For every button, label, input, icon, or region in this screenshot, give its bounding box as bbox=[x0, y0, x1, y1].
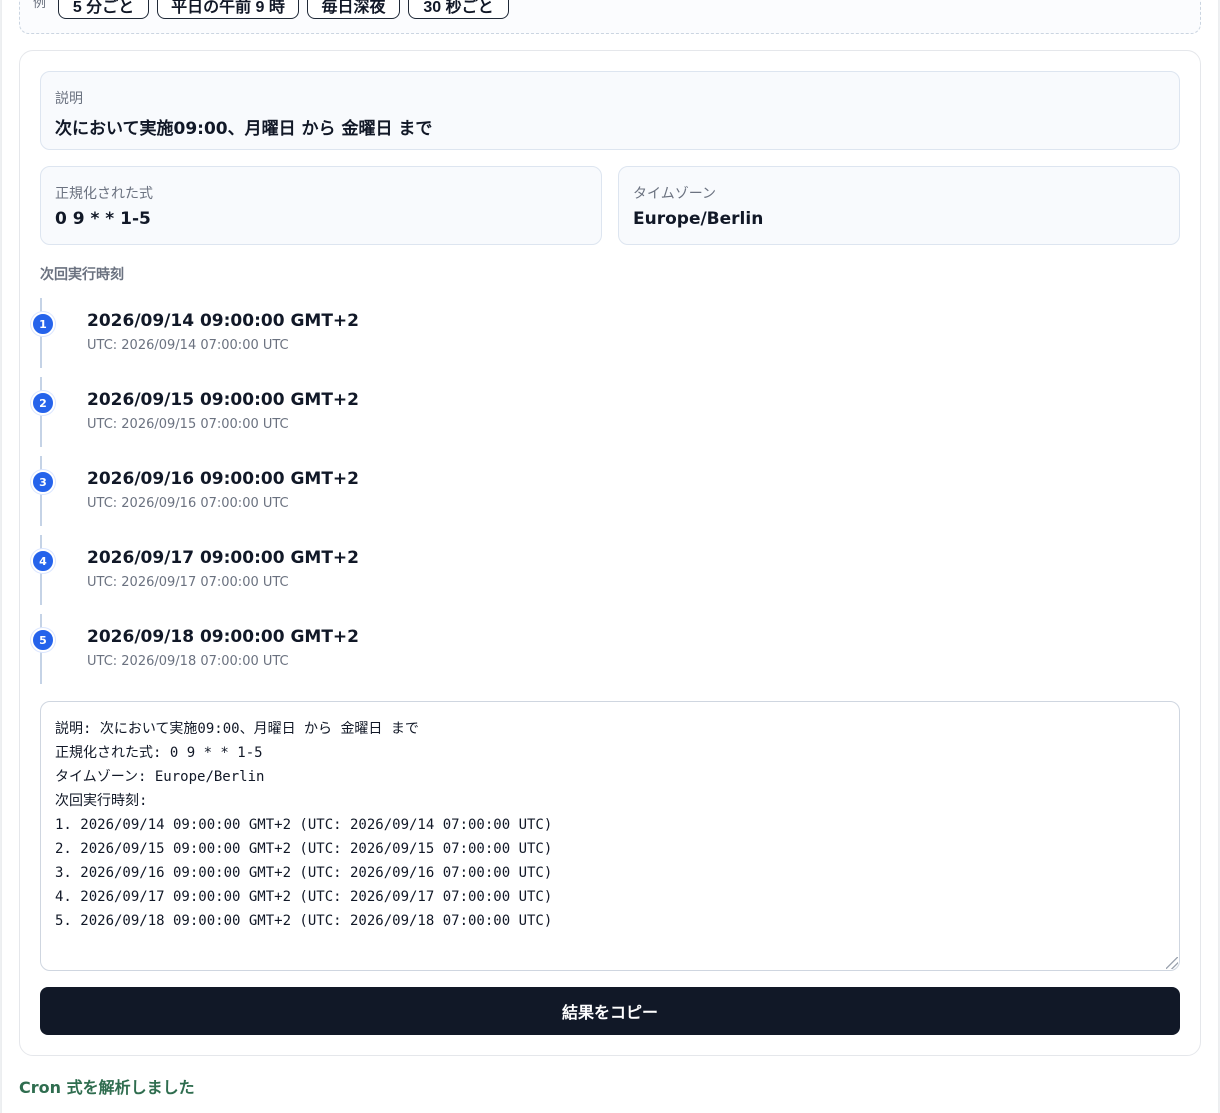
result-output-textarea[interactable]: 説明: 次において実施09:00、月曜日 から 金曜日 まで 正規化された式: … bbox=[40, 701, 1180, 971]
run-local-time: 2026/09/16 09:00:00 GMT+2 bbox=[87, 469, 359, 489]
description-value: 次において実施09:00、月曜日 から 金曜日 まで bbox=[55, 119, 433, 139]
run-utc-time: UTC: 2026/09/14 07:00:00 UTC bbox=[87, 338, 289, 353]
run-item: 4 2026/09/17 09:00:00 GMT+2 UTC: 2026/09… bbox=[30, 535, 1130, 614]
run-index-badge: 3 bbox=[31, 470, 55, 494]
run-local-time: 2026/09/14 09:00:00 GMT+2 bbox=[87, 311, 359, 331]
timezone-box: タイムゾーン Europe/Berlin bbox=[618, 166, 1180, 245]
preset-chip-daily-midnight[interactable]: 毎日深夜 bbox=[307, 0, 400, 19]
preset-chip-every-5-min[interactable]: 5 分ごと bbox=[58, 0, 149, 19]
preset-chip-every-30-sec[interactable]: 30 秒ごと bbox=[408, 0, 509, 19]
run-utc-time: UTC: 2026/09/16 07:00:00 UTC bbox=[87, 496, 289, 511]
run-local-time: 2026/09/18 09:00:00 GMT+2 bbox=[87, 627, 359, 647]
preset-label: 例 bbox=[33, 0, 47, 11]
description-label: 説明 bbox=[55, 91, 83, 107]
timezone-value: Europe/Berlin bbox=[633, 209, 764, 229]
normalized-expression-value: 0 9 * * 1-5 bbox=[55, 209, 151, 229]
run-local-time: 2026/09/15 09:00:00 GMT+2 bbox=[87, 390, 359, 410]
run-local-time: 2026/09/17 09:00:00 GMT+2 bbox=[87, 548, 359, 568]
preset-chip-weekday-9am[interactable]: 平日の午前 9 時 bbox=[157, 0, 299, 19]
normalized-expression-box: 正規化された式 0 9 * * 1-5 bbox=[40, 166, 602, 245]
next-runs-timeline: 1 2026/09/14 09:00:00 GMT+2 UTC: 2026/09… bbox=[30, 298, 1130, 693]
next-runs-title: 次回実行時刻 bbox=[40, 267, 124, 283]
run-utc-time: UTC: 2026/09/18 07:00:00 UTC bbox=[87, 654, 289, 669]
timezone-label: タイムゾーン bbox=[633, 186, 717, 202]
description-box: 説明 次において実施09:00、月曜日 から 金曜日 まで bbox=[40, 71, 1180, 150]
normalized-expression-label: 正規化された式 bbox=[55, 186, 153, 202]
textarea-resize-handle[interactable] bbox=[1166, 957, 1178, 969]
run-index-badge: 4 bbox=[31, 549, 55, 573]
run-item: 5 2026/09/18 09:00:00 GMT+2 UTC: 2026/09… bbox=[30, 614, 1130, 693]
run-index-badge: 2 bbox=[31, 391, 55, 415]
run-item: 2 2026/09/15 09:00:00 GMT+2 UTC: 2026/09… bbox=[30, 377, 1130, 456]
status-message: Cron 式を解析しました bbox=[19, 1078, 195, 1097]
run-index-badge: 1 bbox=[31, 312, 55, 336]
run-item: 3 2026/09/16 09:00:00 GMT+2 UTC: 2026/09… bbox=[30, 456, 1130, 535]
run-item: 1 2026/09/14 09:00:00 GMT+2 UTC: 2026/09… bbox=[30, 298, 1130, 377]
run-utc-time: UTC: 2026/09/17 07:00:00 UTC bbox=[87, 575, 289, 590]
copy-result-button[interactable]: 結果をコピー bbox=[40, 987, 1180, 1035]
run-utc-time: UTC: 2026/09/15 07:00:00 UTC bbox=[87, 417, 289, 432]
run-index-badge: 5 bbox=[31, 628, 55, 652]
